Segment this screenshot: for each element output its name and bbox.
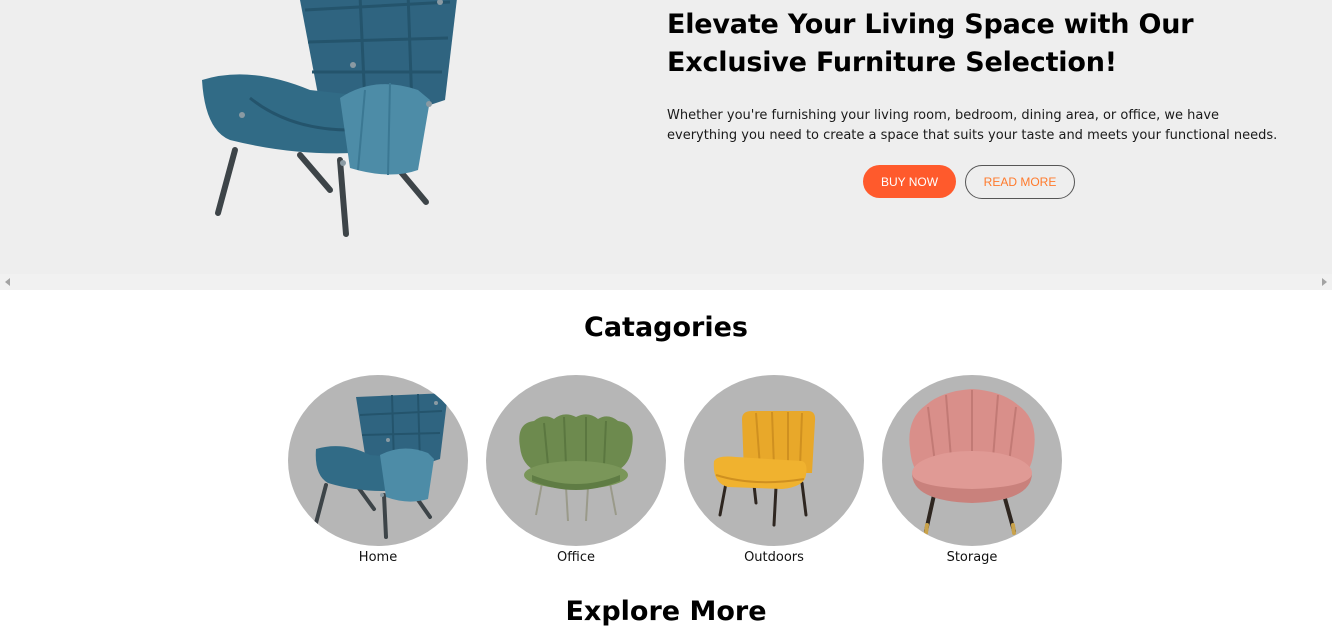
category-storage[interactable]: Storage — [882, 375, 1062, 566]
category-outdoors-image[interactable] — [684, 375, 864, 546]
scroll-right-arrow-icon[interactable] — [1322, 278, 1327, 286]
buy-now-button[interactable]: BUY NOW — [863, 165, 956, 198]
category-outdoors-label[interactable]: Outdoors — [744, 550, 804, 566]
hero-buttons: BUY NOW READ MORE — [863, 165, 1075, 199]
category-home-image[interactable] — [288, 375, 468, 546]
category-storage-label[interactable]: Storage — [947, 550, 998, 566]
category-office[interactable]: Office — [486, 375, 666, 566]
categories-title: Catagories — [584, 312, 748, 343]
category-outdoors[interactable]: Outdoors — [684, 375, 864, 566]
hero-title: Elevate Your Living Space with Our Exclu… — [667, 9, 1194, 78]
category-office-image[interactable] — [486, 375, 666, 546]
read-more-button[interactable]: READ MORE — [965, 165, 1075, 199]
hero-text-block: Elevate Your Living Space with Our Exclu… — [667, 6, 1287, 146]
explore-more-title: Explore More — [565, 596, 767, 627]
hero-chair-image — [190, 0, 480, 245]
hero-description: Whether you're furnishing your living ro… — [667, 108, 1278, 143]
horizontal-scrollbar[interactable] — [0, 274, 1332, 290]
category-home[interactable]: Home — [288, 375, 468, 566]
category-storage-image[interactable] — [882, 375, 1062, 546]
categories-list: Home Office Outdoors Storage — [288, 375, 1062, 566]
category-office-label[interactable]: Office — [557, 550, 595, 566]
scroll-left-arrow-icon[interactable] — [5, 278, 10, 286]
category-home-label[interactable]: Home — [359, 550, 397, 566]
hero-banner: Elevate Your Living Space with Our Exclu… — [0, 0, 1332, 274]
